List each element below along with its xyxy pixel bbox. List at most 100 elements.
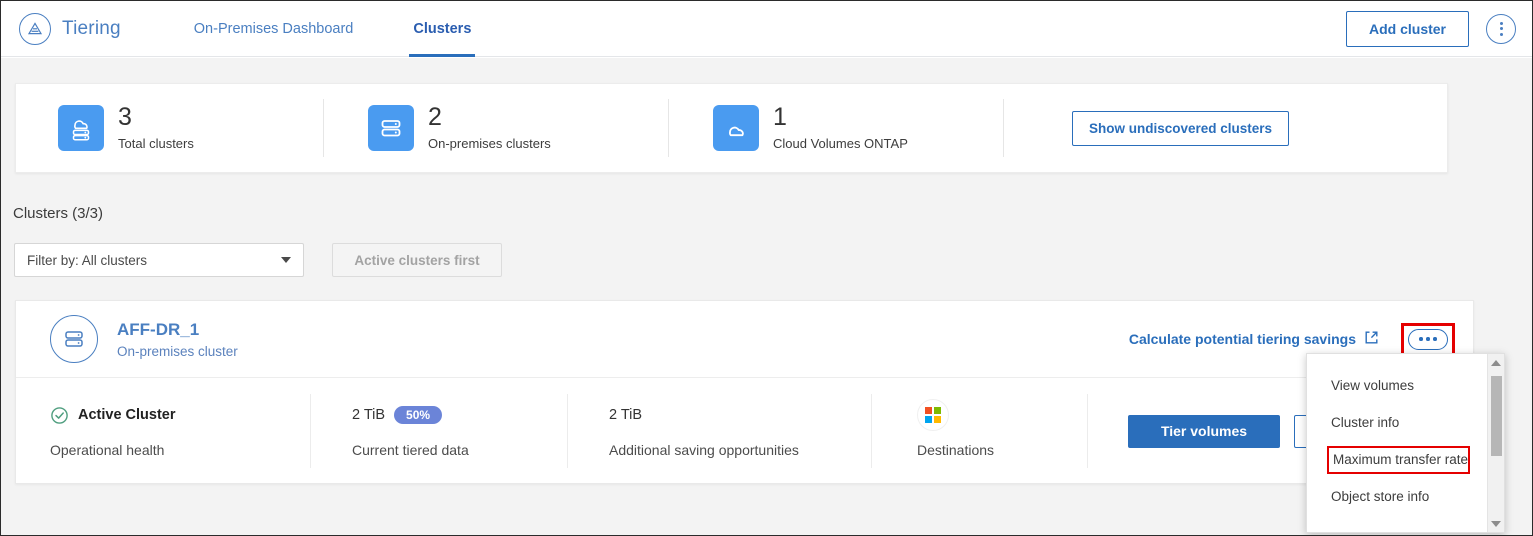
metric-label: Destinations [917,442,995,458]
stat-text: 2 On-premises clusters [428,103,551,152]
ms-squares [925,407,941,423]
divider [871,394,872,468]
metric-value: 2 TiB [352,407,386,423]
page-body: 3 Total clusters 2 On-premises clusters … [1,58,1532,535]
metric-top [917,399,949,431]
dot [1433,337,1437,341]
dot [1499,21,1503,25]
menu-item-label: Object store info [1331,489,1430,504]
show-undiscovered-clusters-button[interactable]: Show undiscovered clusters [1072,110,1290,146]
square-blue [925,415,933,423]
cluster-identity: AFF-DR_1 On-premises cluster [117,320,238,359]
metric-current-tiered-data: 2 TiB 50% Current tiered data [352,404,567,458]
brand-name: Tiering [62,17,121,39]
brand: Tiering [19,12,121,45]
metric-additional-savings: 2 TiB Additional saving opportunities [609,404,871,458]
calculate-tiering-savings-label: Calculate potential tiering savings [1128,331,1356,347]
metric-destinations: Destinations [917,399,1087,458]
add-cluster-button[interactable]: Add cluster [1345,10,1469,47]
menu-item-maximum-transfer-rate[interactable]: Maximum transfer rate [1327,445,1471,474]
metric-label: Additional saving opportunities [609,442,799,458]
cluster-metrics-row: Active Cluster Operational health 2 TiB … [16,378,1473,484]
cluster-card-header: AFF-DR_1 On-premises cluster Calculate p… [16,301,1473,378]
cloud-icon [713,105,759,151]
menu-item-cluster-info[interactable]: Cluster info [1307,404,1504,441]
square-yellow [933,415,941,423]
scrollbar-thumb[interactable] [1491,376,1502,456]
ellipsis-highlight-box [1401,322,1455,356]
stat-cloud-volumes-ontap: 1 Cloud Volumes ONTAP [713,105,1003,151]
menu-item-view-volumes[interactable]: View volumes [1307,367,1504,404]
stat-value: 2 [428,103,442,131]
dot [1499,32,1503,36]
divider [567,394,568,468]
menu-item-label: Maximum transfer rate [1333,452,1469,467]
stat-text: 3 Total clusters [118,103,194,152]
metric-label: Current tiered data [352,442,469,458]
dot [1419,337,1423,341]
dot [1426,337,1430,341]
active-clusters-first-button[interactable]: Active clusters first [332,243,502,277]
scroll-up-arrow-icon[interactable] [1488,354,1504,371]
metric-top: 2 TiB 50% [352,404,567,426]
stat-on-premises-clusters: 2 On-premises clusters [368,105,668,151]
header-actions: Add cluster [1345,10,1516,47]
horizontal-ellipsis-icon[interactable] [1408,328,1448,350]
filter-select[interactable]: Filter by: All clusters [14,243,304,277]
divider [310,394,311,468]
divider [323,99,324,157]
metric-value: 2 TiB [609,407,643,423]
storage-shelf-circle-icon [50,315,98,363]
triangle [1491,359,1501,366]
stat-label: Cloud Volumes ONTAP [773,136,908,151]
menu-scrollbar[interactable] [1487,354,1504,532]
scroll-down-arrow-icon[interactable] [1488,515,1504,532]
stat-label: Total clusters [118,136,194,151]
microsoft-azure-icon[interactable] [917,399,949,431]
show-undiscovered-wrap: Show undiscovered clusters [1072,110,1290,146]
dot [1499,27,1503,30]
stat-label: On-premises clusters [428,136,551,151]
tier-volumes-button[interactable]: Tier volumes [1128,414,1280,448]
metric-top: 2 TiB [609,404,871,426]
menu-item-object-store-info[interactable]: Object store info [1307,478,1504,515]
tiering-triangle-logo-icon [19,12,51,45]
tab-label: Clusters [413,20,472,37]
divider [1003,99,1004,157]
tab-clusters[interactable]: Clusters [409,1,476,57]
divider [1087,394,1088,468]
divider [668,99,669,157]
app-header: Tiering On-Premises Dashboard Clusters A… [1,1,1532,57]
square-red [925,407,933,415]
square-green [933,407,941,415]
cluster-card: AFF-DR_1 On-premises cluster Calculate p… [15,300,1474,484]
external-link-icon [1364,330,1379,348]
vertical-ellipsis-icon[interactable] [1486,13,1516,44]
cluster-actions-menu: View volumes Cluster info Maximum transf… [1306,353,1505,533]
menu-item-label: View volumes [1331,378,1415,393]
chevron-down-icon [281,257,291,263]
filter-select-value: Filter by: All clusters [27,252,148,268]
stat-value: 1 [773,103,787,131]
triangle [1491,520,1501,527]
summary-card: 3 Total clusters 2 On-premises clusters … [15,83,1448,173]
stat-total-clusters: 3 Total clusters [58,105,323,151]
status-badge: 50% [394,406,443,424]
menu-item-maximum-transfer-rate-wrap: Maximum transfer rate [1307,441,1504,478]
main-tabs: On-Premises Dashboard Clusters [190,1,476,57]
metric-value: Active Cluster [78,407,176,423]
tab-on-premises-dashboard[interactable]: On-Premises Dashboard [190,1,358,57]
cloud-storage-icon [58,105,104,151]
cluster-subtitle: On-premises cluster [117,343,238,359]
page-root: Tiering On-Premises Dashboard Clusters A… [0,0,1533,536]
menu-item-label: Cluster info [1331,415,1400,430]
cluster-name[interactable]: AFF-DR_1 [117,320,238,340]
metric-top: Active Cluster [50,404,310,426]
calculate-tiering-savings-link[interactable]: Calculate potential tiering savings [1129,330,1379,348]
tab-label: On-Premises Dashboard [193,20,354,37]
metric-label: Operational health [50,442,165,458]
check-circle-icon [50,406,69,425]
stat-value: 3 [118,103,132,131]
metric-operational-health: Active Cluster Operational health [50,404,310,458]
stat-text: 1 Cloud Volumes ONTAP [773,103,908,152]
